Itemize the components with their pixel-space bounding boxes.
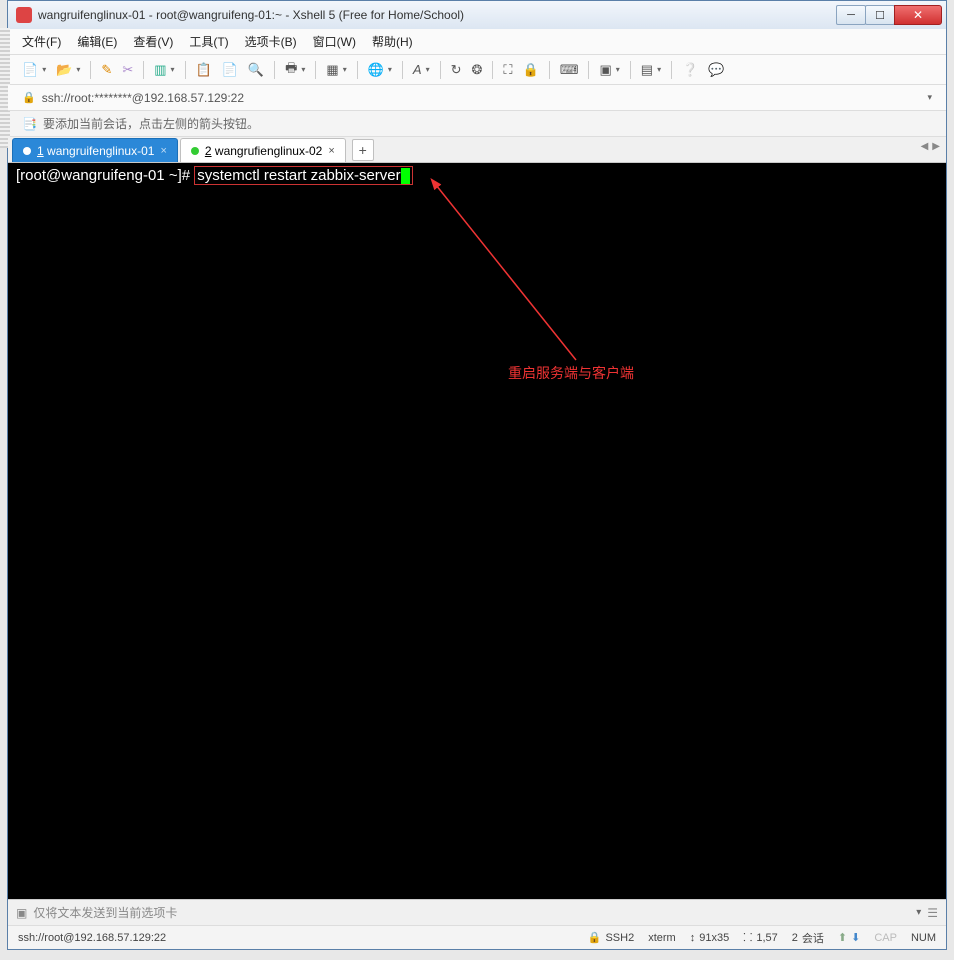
- annotation-arrow-icon: [426, 175, 626, 375]
- menu-edit[interactable]: 编辑(E): [77, 33, 117, 50]
- toolbar: 📄▾ 📂▾ ✎ ✂ ▥▾ 📋 📄 🔍 🖶▾ ▦▾ 🌐▾ A▾ ↻ ❂ ⛶ 🔒 ⌨…: [8, 55, 946, 85]
- upload-icon: ⬆: [838, 931, 847, 944]
- open-icon[interactable]: 📂: [56, 62, 72, 78]
- shell-prompt: [root@wangruifeng-01 ~]#: [16, 167, 194, 184]
- compose-input[interactable]: 仅将文本发送到当前选项卡: [33, 904, 910, 921]
- close-tab-icon[interactable]: ×: [328, 145, 334, 157]
- status-cap: CAP: [874, 932, 897, 944]
- compose-icon[interactable]: ▣: [16, 906, 27, 920]
- menu-help[interactable]: 帮助(H): [372, 33, 413, 50]
- help-icon[interactable]: ❔: [682, 62, 698, 78]
- compose-menu-icon[interactable]: ☰: [927, 906, 938, 920]
- menu-tabs[interactable]: 选项卡(B): [245, 33, 297, 50]
- new-session-icon[interactable]: 📄: [22, 62, 38, 78]
- address-dropdown-icon[interactable]: ▾: [927, 92, 932, 103]
- fullscreen-icon[interactable]: ⛶: [503, 62, 512, 78]
- layout-icon[interactable]: ▦: [326, 62, 338, 78]
- address-bar: 🔒 ssh://root:********@192.168.57.129:22 …: [8, 85, 946, 111]
- close-button[interactable]: [894, 5, 942, 25]
- session-tab-2[interactable]: 2 wangrufienglinux-02 ×: [180, 138, 346, 162]
- disconnect-icon[interactable]: ✂: [122, 62, 133, 78]
- add-session-icon[interactable]: 📑: [22, 117, 37, 131]
- tab-prev-icon[interactable]: ◀: [921, 141, 929, 152]
- font-icon[interactable]: A: [413, 62, 422, 77]
- keyboard-icon[interactable]: ⌨: [560, 62, 579, 78]
- menu-view[interactable]: 查看(V): [133, 33, 173, 50]
- tip-text: 要添加当前会话，点击左侧的箭头按钮。: [43, 115, 259, 132]
- menu-tools[interactable]: 工具(T): [189, 33, 228, 50]
- globe-icon[interactable]: 🌐: [368, 62, 384, 78]
- minimize-button[interactable]: [836, 5, 866, 25]
- tab-next-icon[interactable]: ▶: [932, 141, 940, 152]
- lock-icon[interactable]: 🔒: [523, 62, 539, 78]
- reconnect-icon[interactable]: ✎: [101, 62, 112, 78]
- tab-row: 1 wangruifenglinux-01 × 2 wangrufienglin…: [8, 137, 946, 163]
- print-icon[interactable]: 🖶: [285, 59, 297, 81]
- status-pos: ⸬ 1,57: [743, 930, 778, 945]
- annotation-text: 重启服务端与客户端: [508, 363, 634, 383]
- cursor: [401, 168, 410, 184]
- app-icon: [16, 7, 32, 23]
- close-tab-icon[interactable]: ×: [160, 145, 166, 157]
- compose-bar: ▣ 仅将文本发送到当前选项卡 ▾ ☰: [8, 899, 946, 925]
- compose-dropdown-icon[interactable]: ▾: [916, 907, 921, 918]
- menubar: 文件(F) 编辑(E) 查看(V) 工具(T) 选项卡(B) 窗口(W) 帮助(…: [8, 29, 946, 55]
- download-icon: ⬇: [851, 931, 860, 944]
- properties-icon[interactable]: ▥: [154, 62, 166, 78]
- terminal[interactable]: [root@wangruifeng-01 ~]# systemctl resta…: [8, 163, 946, 899]
- status-path: ssh://root@192.168.57.129:22: [18, 932, 574, 944]
- status-connection: 🔒 SSH2: [588, 931, 634, 944]
- titlebar: wangruifenglinux-01 - root@wangruifeng-0…: [8, 1, 946, 29]
- new-tab-button[interactable]: +: [352, 139, 374, 161]
- find-icon[interactable]: 🔍: [248, 62, 264, 78]
- status-term: xterm: [648, 932, 676, 944]
- addtab-icon[interactable]: ▣: [599, 62, 611, 78]
- status-size: ↕ 91x35: [690, 932, 729, 944]
- status-dot-icon: [191, 147, 199, 155]
- menu-file[interactable]: 文件(F): [22, 33, 61, 50]
- maximize-button[interactable]: [865, 5, 895, 25]
- command-highlight: systemctl restart zabbix-server: [194, 166, 412, 185]
- status-num: NUM: [911, 932, 936, 944]
- chat-icon[interactable]: 💬: [708, 62, 724, 78]
- copy-icon[interactable]: 📋: [196, 62, 212, 78]
- status-dot-icon: [23, 147, 31, 155]
- tile-icon[interactable]: ▤: [641, 62, 653, 78]
- paste-icon[interactable]: 📄: [222, 62, 238, 78]
- compass-icon[interactable]: ❂: [472, 62, 483, 78]
- address-text[interactable]: ssh://root:********@192.168.57.129:22: [42, 91, 244, 105]
- status-sessions: 2 会话: [792, 930, 824, 946]
- window-title: wangruifenglinux-01 - root@wangruifeng-0…: [38, 8, 837, 22]
- tip-bar: 📑 要添加当前会话，点击左侧的箭头按钮。: [8, 111, 946, 137]
- menu-window[interactable]: 窗口(W): [313, 33, 356, 50]
- history-icon[interactable]: ↻: [451, 62, 462, 78]
- status-bar: ssh://root@192.168.57.129:22 🔒 SSH2 xter…: [8, 925, 946, 949]
- session-tab-1[interactable]: 1 wangruifenglinux-01 ×: [12, 138, 178, 162]
- lock-icon: 🔒: [22, 91, 36, 104]
